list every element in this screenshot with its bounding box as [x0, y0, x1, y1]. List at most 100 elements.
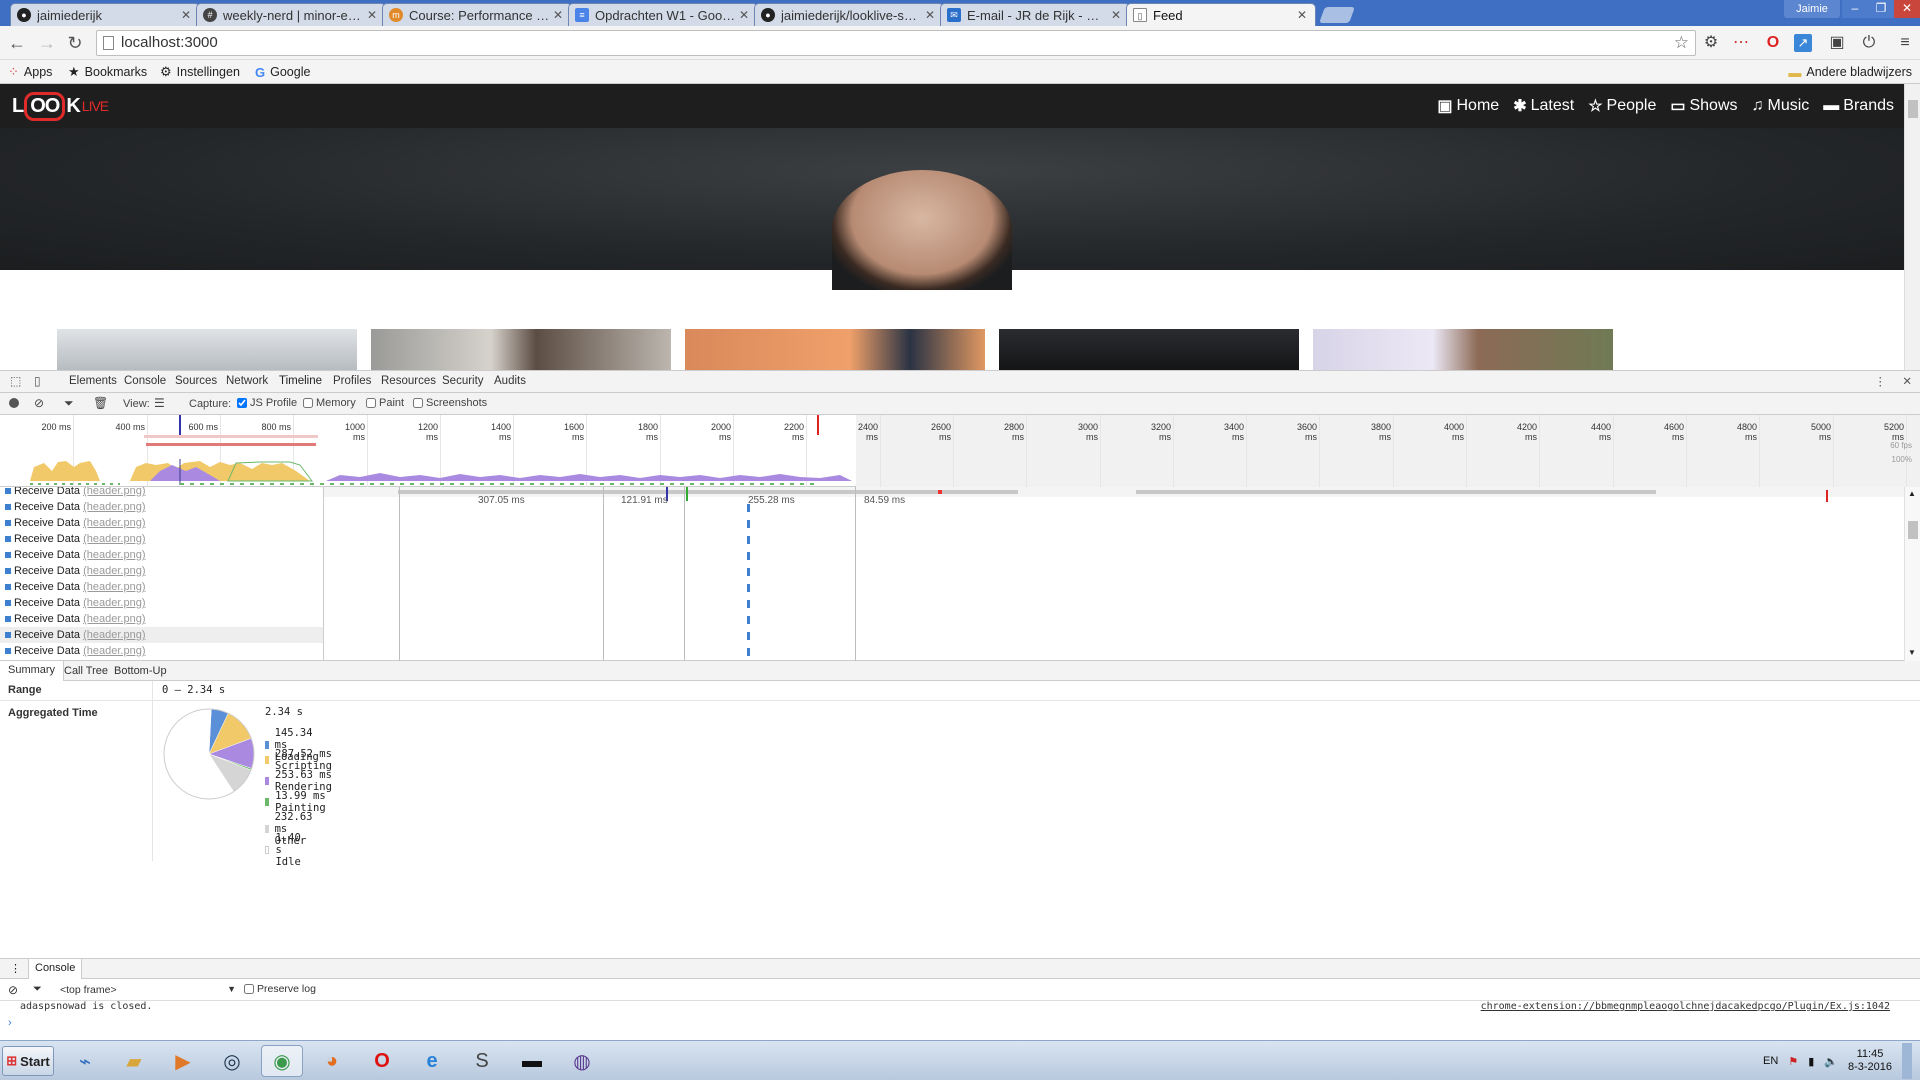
chrome-taskbar-icon[interactable]: ◉ [261, 1045, 303, 1077]
nav-people[interactable]: ☆ People [1588, 96, 1656, 116]
close-tab-icon[interactable]: ✕ [737, 8, 751, 22]
other-bookmarks[interactable]: ▬ Andere bladwijzers [1788, 63, 1912, 81]
event-resource-link[interactable]: (header.png) [83, 629, 145, 641]
clear-console-icon[interactable]: ⊘ [8, 983, 18, 997]
scroll-up-icon[interactable]: ▲ [1908, 489, 1916, 498]
page-scrollbar[interactable] [1904, 84, 1920, 370]
tab-summary[interactable]: Summary [0, 661, 65, 681]
js-profile-checkbox[interactable] [237, 398, 247, 408]
sublime-taskbar-icon[interactable]: S [461, 1045, 503, 1077]
tab-console[interactable]: Console [124, 375, 166, 387]
feed-thumbnail[interactable] [999, 329, 1299, 370]
event-resource-link[interactable]: (header.png) [83, 487, 145, 497]
event-row[interactable]: Receive Data (header.png) [0, 531, 323, 547]
flag-icon[interactable]: ⚑ [1788, 1055, 1798, 1068]
event-resource-link[interactable]: (header.png) [83, 501, 145, 513]
more-options-icon[interactable]: ⋮ [1875, 374, 1887, 388]
bookmark-bookmarks[interactable]: ★ Bookmarks [68, 63, 147, 81]
bookmark-google[interactable]: G Google [255, 63, 310, 81]
tab-resources[interactable]: Resources [381, 375, 436, 387]
event-row[interactable]: Receive Data (header.png) [0, 643, 323, 659]
feed-thumbnail[interactable] [371, 329, 671, 370]
tab-timeline[interactable]: Timeline [279, 375, 322, 387]
capture-paint[interactable]: Paint [366, 397, 404, 409]
close-tab-icon[interactable]: ✕ [365, 8, 379, 22]
extension-icon[interactable]: ⋯ [1730, 32, 1752, 54]
event-resource-link[interactable]: (header.png) [83, 533, 145, 545]
clock[interactable]: 11:45 8-3-2016 [1848, 1048, 1892, 1074]
feed-thumbnail[interactable] [57, 329, 357, 370]
nav-brands[interactable]: ▬ Brands [1823, 96, 1894, 116]
paint-checkbox[interactable] [366, 398, 376, 408]
preserve-log-option[interactable]: Preserve log [244, 983, 316, 995]
terminal-taskbar-icon[interactable]: ▬ [511, 1045, 553, 1077]
network-icon[interactable]: ▮ [1808, 1055, 1814, 1068]
settings-extension-icon[interactable]: ⚙ [1700, 32, 1722, 54]
bookmark-apps[interactable]: ⁘ Apps [8, 63, 52, 81]
minimize-button[interactable]: – [1842, 0, 1868, 18]
event-resource-link[interactable]: (header.png) [83, 581, 145, 593]
filter-icon[interactable]: ⏷ [64, 396, 74, 411]
preserve-log-checkbox[interactable] [244, 984, 254, 994]
event-row[interactable]: Receive Data (header.png) [0, 515, 323, 531]
drawer-tab-console[interactable]: Console [28, 959, 83, 979]
scroll-down-icon[interactable]: ▼ [1908, 648, 1916, 657]
event-resource-link[interactable]: (header.png) [83, 597, 145, 609]
timeline-overview[interactable]: 200 ms 400 ms 600 ms 800 ms 1000 ms 1200 ms 14… [0, 415, 1920, 487]
event-row[interactable]: Receive Data (header.png) [0, 579, 323, 595]
flame-chart[interactable]: Receive Data (header.png) Receive Data (h… [0, 487, 1920, 661]
tab-call-tree[interactable]: Call Tree [64, 665, 108, 677]
record-icon[interactable] [9, 398, 19, 408]
power-icon[interactable]: ⏻ [1858, 32, 1880, 54]
event-row[interactable]: Receive Data (header.png) [0, 547, 323, 563]
bookmark-instellingen[interactable]: ⚙ Instellingen [160, 63, 240, 81]
tab-sources[interactable]: Sources [175, 375, 217, 387]
tab-profiles[interactable]: Profiles [333, 375, 371, 387]
event-resource-link[interactable]: (header.png) [83, 565, 145, 577]
feed-thumbnail[interactable] [685, 329, 985, 370]
event-row[interactable]: Receive Data (header.png) [0, 595, 323, 611]
capture-screenshots[interactable]: Screenshots [413, 397, 487, 409]
garbage-collect-icon[interactable]: 🗑 [93, 396, 108, 410]
bookmark-star-icon[interactable]: ☆ [1674, 31, 1689, 55]
feed-thumbnail[interactable] [1313, 329, 1613, 370]
filter-icon[interactable]: ⏷ [33, 983, 42, 996]
menu-icon[interactable]: ≡ [1894, 32, 1916, 54]
browser-tab[interactable]: # weekly-nerd | minor-every ✕ [196, 3, 386, 26]
volume-icon[interactable]: 🔈 [1824, 1055, 1838, 1068]
flame-view-icon[interactable]: ☰ [154, 396, 165, 410]
close-tab-icon[interactable]: ✕ [179, 8, 193, 22]
tab-elements[interactable]: Elements [69, 375, 117, 387]
event-row[interactable]: Receive Data (header.png) [0, 563, 323, 579]
scrollbar-thumb[interactable] [1908, 521, 1918, 539]
memory-checkbox[interactable] [303, 398, 313, 408]
nav-shows[interactable]: ▭ Shows [1670, 96, 1737, 116]
browser-tab[interactable]: ● jaimiederijk ✕ [10, 3, 200, 26]
back-icon[interactable]: ← [6, 32, 28, 54]
event-resource-link[interactable]: (header.png) [83, 645, 145, 657]
browser-tab[interactable]: ✉ E-mail - JR de Rijk - Outlo ✕ [940, 3, 1130, 26]
capture-js-profile[interactable]: JS Profile [237, 397, 297, 409]
vs-code-taskbar-icon[interactable]: ⌁ [64, 1045, 106, 1077]
browser-tab[interactable]: ● jaimiederijk/looklive-serve ✕ [754, 3, 944, 26]
tab-audits[interactable]: Audits [494, 375, 526, 387]
event-resource-link[interactable]: (header.png) [83, 549, 145, 561]
console-source-link[interactable]: chrome-extension://bbmegnmpleaogolchnejd… [1481, 1001, 1890, 1012]
show-desktop-icon[interactable] [1902, 1043, 1912, 1079]
close-tab-icon[interactable]: ✕ [1295, 8, 1309, 22]
browser-tab-active[interactable]: ▯ Feed ✕ [1126, 3, 1316, 26]
opera-taskbar-icon[interactable]: O [361, 1045, 403, 1077]
steam-taskbar-icon[interactable]: ◎ [211, 1045, 253, 1077]
event-row[interactable]: Receive Data (header.png) [0, 499, 323, 515]
maximize-button[interactable]: ❐ [1868, 0, 1894, 18]
nav-home[interactable]: ▣ Home [1437, 96, 1499, 116]
tab-security[interactable]: Security [442, 375, 484, 387]
ie-taskbar-icon[interactable]: e [411, 1045, 453, 1077]
device-mode-icon[interactable]: ▯ [34, 374, 41, 388]
close-window-button[interactable]: ✕ [1894, 0, 1920, 18]
explorer-taskbar-icon[interactable]: ▰ [113, 1045, 155, 1077]
clear-icon[interactable]: ⊘ [34, 396, 44, 410]
address-bar[interactable]: localhost:3000 ☆ [96, 30, 1696, 56]
forward-icon[interactable]: → [36, 32, 58, 54]
browser-tab[interactable]: m Course: Performance Matt ✕ [382, 3, 572, 26]
